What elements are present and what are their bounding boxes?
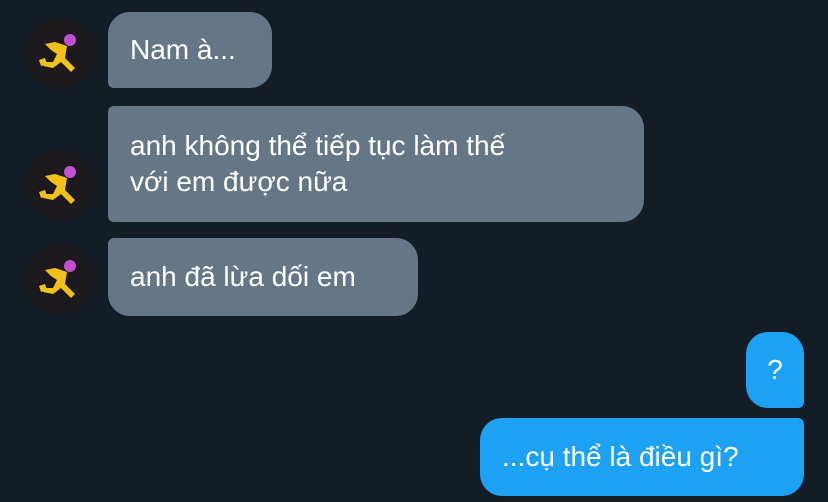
message-bubble-sent[interactable]: ...cụ thể là điều gì? <box>480 418 804 496</box>
running-figure-icon <box>25 150 95 220</box>
running-figure-icon <box>25 244 95 314</box>
avatar[interactable] <box>25 18 95 88</box>
message-bubble-received[interactable]: anh đã lừa dối em <box>108 238 418 316</box>
message-thread: Nam à... anh không thể tiếp tục làm thế … <box>0 0 828 502</box>
message-bubble-received[interactable]: Nam à... <box>108 12 272 88</box>
running-figure-icon <box>25 18 95 88</box>
message-bubble-received[interactable]: anh không thể tiếp tục làm thế với em đư… <box>108 106 644 222</box>
avatar[interactable] <box>25 150 95 220</box>
avatar[interactable] <box>25 244 95 314</box>
message-bubble-sent[interactable]: ? <box>746 332 804 408</box>
